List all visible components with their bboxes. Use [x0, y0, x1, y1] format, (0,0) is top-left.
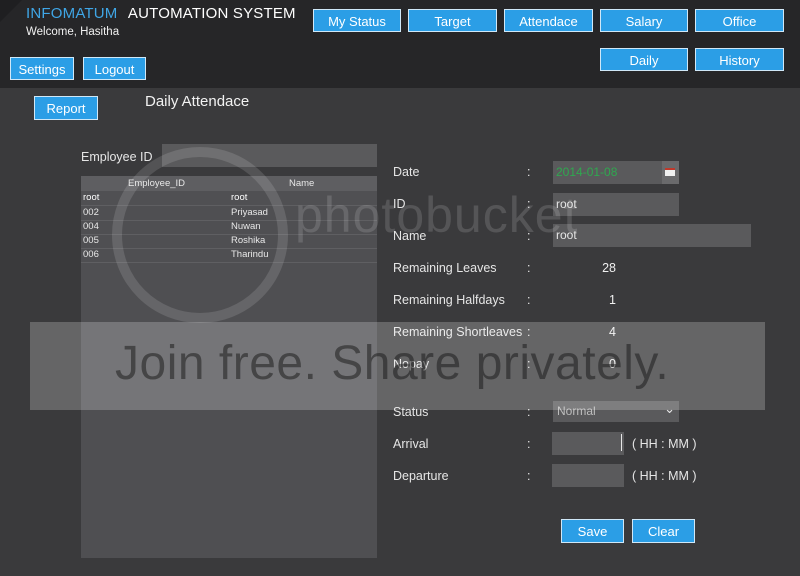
date-label: Date	[393, 165, 420, 179]
nav-daily-button[interactable]: Daily	[600, 48, 688, 71]
header-corner-decoration	[0, 0, 22, 22]
text-cursor	[621, 434, 622, 451]
brand-secondary: AUTOMATION SYSTEM	[127, 5, 296, 22]
app-header: INFOMATUM AUTOMATION SYSTEM Welcome, Has…	[0, 0, 800, 88]
remaining-halfdays-value: 1	[609, 293, 616, 307]
departure-label: Departure	[393, 469, 449, 483]
colon: :	[527, 293, 531, 307]
nav-salary-button[interactable]: Salary	[600, 9, 688, 32]
cell-employee-id: 004	[83, 221, 99, 232]
colon: :	[527, 261, 531, 275]
watermark-slogan: Join free. Share privately.	[115, 337, 670, 390]
welcome-text: Welcome, Hasitha	[26, 26, 120, 38]
arrival-time-field[interactable]	[552, 432, 624, 455]
clear-button[interactable]: Clear	[632, 519, 695, 543]
nav-history-button[interactable]: History	[695, 48, 784, 71]
nav-attendance-button[interactable]: Attendace	[504, 9, 593, 32]
cell-employee-id: 002	[83, 207, 99, 218]
watermark-logo-circle	[112, 147, 288, 323]
cell-employee-id: 005	[83, 235, 99, 246]
save-button[interactable]: Save	[561, 519, 624, 543]
colon: :	[527, 469, 531, 483]
name-field[interactable]	[553, 224, 751, 247]
app-brand: INFOMATUM AUTOMATION SYSTEM	[26, 5, 296, 22]
date-field[interactable]	[553, 161, 662, 184]
employee-id-label: Employee ID	[81, 150, 153, 164]
report-button[interactable]: Report	[34, 96, 98, 120]
nav-office-button[interactable]: Office	[695, 9, 784, 32]
remaining-leaves-label: Remaining Leaves	[393, 261, 497, 275]
settings-button[interactable]: Settings	[10, 57, 74, 80]
nav-target-button[interactable]: Target	[408, 9, 497, 32]
colon: :	[527, 165, 531, 179]
calendar-icon[interactable]	[662, 161, 679, 184]
cell-employee-id: 006	[83, 249, 99, 260]
cell-employee-id: root	[83, 192, 100, 203]
remaining-leaves-value: 28	[602, 261, 616, 275]
departure-time-field[interactable]	[552, 464, 624, 487]
nav-my-status-button[interactable]: My Status	[313, 9, 401, 32]
watermark-brand-text: photobucket	[295, 187, 579, 243]
arrival-time-hint: ( HH : MM )	[632, 437, 697, 451]
logout-button[interactable]: Logout	[83, 57, 146, 80]
page-title: Daily Attendace	[145, 93, 250, 110]
departure-time-hint: ( HH : MM )	[632, 469, 697, 483]
remaining-halfdays-label: Remaining Halfdays	[393, 293, 505, 307]
colon: :	[527, 437, 531, 451]
arrival-label: Arrival	[393, 437, 429, 451]
brand-primary: INFOMATUM	[26, 5, 118, 22]
